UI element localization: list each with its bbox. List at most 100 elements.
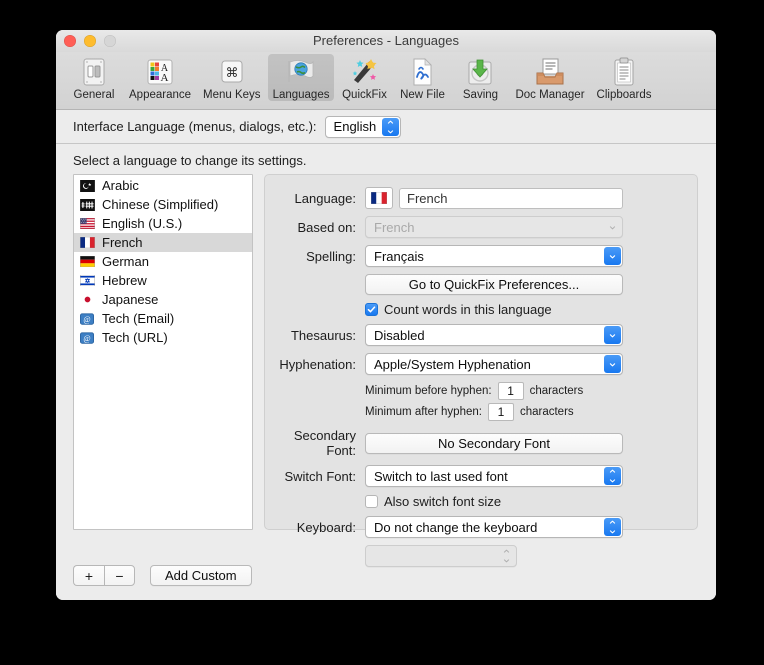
remove-language-button[interactable]: − xyxy=(104,565,135,586)
flag-arabic-icon xyxy=(79,179,95,192)
add-custom-button[interactable]: Add Custom xyxy=(150,565,252,586)
title-bar: Preferences - Languages xyxy=(56,30,716,52)
keyboard-layout-select xyxy=(365,545,517,567)
hyphenation-row: Hyphenation: Apple/System Hyphenation xyxy=(265,353,685,375)
list-actions: + − Add Custom xyxy=(73,565,252,586)
toolbar-item-saving[interactable]: Saving xyxy=(452,54,508,101)
at-symbol-icon: @ xyxy=(79,312,95,325)
list-item[interactable]: Hebrew xyxy=(74,271,252,290)
toolbar-item-label: Clipboards xyxy=(596,89,652,101)
language-row: Language: French xyxy=(265,187,685,209)
new-file-icon xyxy=(413,58,433,86)
doc-manager-icon xyxy=(536,58,564,85)
toolbar-item-appearance[interactable]: A A Appearance xyxy=(124,54,196,101)
toolbar-item-menu-keys[interactable]: ⌘ Menu Keys xyxy=(198,54,266,101)
interface-language-select[interactable]: English xyxy=(324,115,401,138)
list-item[interactable]: @ Tech (URL) xyxy=(74,328,252,347)
list-item-label: German xyxy=(102,254,149,269)
switch-font-row: Switch Font: Switch to last used font xyxy=(265,465,685,487)
add-language-label: + xyxy=(84,567,94,584)
list-item-french[interactable]: French xyxy=(74,233,252,252)
count-words-row: Count words in this language xyxy=(265,302,685,317)
toolbar-item-new-file[interactable]: New File xyxy=(394,54,450,101)
min-after-hyphen-unit: characters xyxy=(519,406,574,418)
toolbar-item-label: Languages xyxy=(272,89,330,101)
stepper-arrows-icon xyxy=(498,547,515,565)
svg-text:⌘: ⌘ xyxy=(225,65,238,80)
stepper-arrows-icon xyxy=(604,518,621,536)
interface-language-label: Interface Language (menus, dialogs, etc.… xyxy=(73,119,317,134)
add-custom-label: Add Custom xyxy=(165,568,237,583)
count-words-checkbox[interactable]: Count words in this language xyxy=(365,302,552,317)
list-item-label: Arabic xyxy=(102,178,139,193)
toolbar-item-label: QuickFix xyxy=(342,89,387,101)
chevron-down-icon xyxy=(604,218,621,236)
based-on-select: French xyxy=(365,216,623,238)
secondary-font-row: Secondary Font: No Secondary Font xyxy=(265,428,685,458)
list-item[interactable]: Arabic xyxy=(74,176,252,195)
flag-japan-icon xyxy=(79,294,95,306)
list-item-label: Tech (URL) xyxy=(102,330,168,345)
language-name-value: French xyxy=(407,190,448,206)
min-before-hyphen-input[interactable]: 1 xyxy=(497,382,524,400)
toolbar-item-label: General xyxy=(73,89,115,101)
switch-font-value: Switch to last used font xyxy=(374,468,508,484)
thesaurus-value: Disabled xyxy=(374,327,425,343)
interface-language-value: English xyxy=(333,119,377,134)
svg-text:@: @ xyxy=(83,315,90,324)
checkbox-empty-icon xyxy=(365,495,378,508)
min-after-hyphen-label: Minimum after hyphen: xyxy=(365,406,482,418)
list-item[interactable]: German xyxy=(74,252,252,271)
also-switch-font-size-checkbox[interactable]: Also switch font size xyxy=(365,494,501,509)
list-item-label: Tech (Email) xyxy=(102,311,175,326)
toolbar-item-quickfix[interactable]: QuickFix xyxy=(336,54,392,101)
toolbar-item-label: Menu Keys xyxy=(203,89,261,101)
toolbar-item-general[interactable]: General xyxy=(66,54,122,101)
also-switch-size-label: Also switch font size xyxy=(384,494,502,509)
toolbar-item-label: Saving xyxy=(462,89,499,101)
thesaurus-label: Thesaurus: xyxy=(290,327,356,343)
list-item-label: Hebrew xyxy=(102,273,147,288)
language-label: Language: xyxy=(294,190,356,206)
add-language-button[interactable]: + xyxy=(73,565,104,586)
flag-france-icon xyxy=(365,187,393,209)
window-title: Preferences - Languages xyxy=(313,33,459,48)
keyboard-row: Keyboard: Do not change the keyboard xyxy=(265,516,685,538)
keyboard-select[interactable]: Do not change the keyboard xyxy=(365,516,623,538)
language-name-input[interactable]: French xyxy=(399,187,623,209)
go-to-quickfix-button[interactable]: Go to QuickFix Preferences... xyxy=(365,274,623,295)
toolbar-item-doc-manager[interactable]: Doc Manager xyxy=(510,54,589,101)
list-item[interactable]: Chinese (Simplified) xyxy=(74,195,252,214)
based-on-row: Based on: French xyxy=(265,216,685,238)
thesaurus-select[interactable]: Disabled xyxy=(365,324,623,346)
toolbar-item-clipboards[interactable]: Clipboards xyxy=(592,54,657,101)
min-after-hyphen-value: 1 xyxy=(497,405,505,419)
language-list[interactable]: Arabic Chinese (Simplified) English (U.S… xyxy=(73,174,253,530)
secondary-font-button[interactable]: No Secondary Font xyxy=(365,432,623,454)
flag-france-icon xyxy=(79,237,95,249)
spelling-select[interactable]: Français xyxy=(365,245,623,267)
list-item-label: English (U.S.) xyxy=(102,216,183,231)
toolbar: General A A Appearance ⌘ Menu Keys Langu… xyxy=(56,52,716,110)
thesaurus-row: Thesaurus: Disabled xyxy=(265,324,685,346)
list-item[interactable]: @ Tech (Email) xyxy=(74,309,252,328)
count-words-label: Count words in this language xyxy=(384,302,552,317)
spelling-row: Spelling: Français xyxy=(265,245,685,267)
chevron-down-icon xyxy=(604,355,621,373)
language-settings-panel: Language: French Based on: French Spelli… xyxy=(264,174,698,567)
menu-keys-icon: ⌘ xyxy=(221,60,243,83)
languages-icon xyxy=(288,60,314,82)
checkmark-icon xyxy=(365,303,378,316)
switch-font-label: Switch Font: xyxy=(284,468,356,484)
list-item[interactable]: Japanese xyxy=(74,290,252,309)
quickfix-row: Go to QuickFix Preferences... xyxy=(265,274,685,295)
secondary-font-label: Secondary Font: xyxy=(293,428,356,458)
toolbar-item-languages[interactable]: Languages xyxy=(267,54,335,101)
switch-font-select[interactable]: Switch to last used font xyxy=(365,465,623,487)
min-after-hyphen-input[interactable]: 1 xyxy=(487,403,514,421)
general-icon xyxy=(83,58,105,86)
hyphenation-select[interactable]: Apple/System Hyphenation xyxy=(365,353,623,375)
spelling-label: Spelling: xyxy=(306,248,356,264)
flag-us-icon xyxy=(79,218,95,230)
list-item[interactable]: English (U.S.) xyxy=(74,214,252,233)
